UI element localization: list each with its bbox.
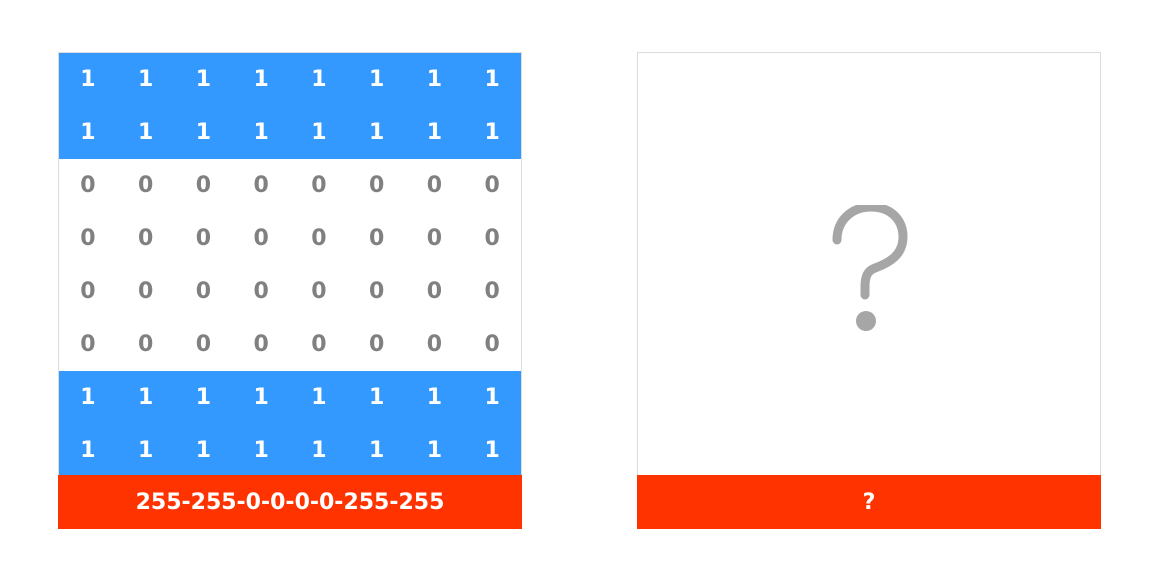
grid-row: 1 1 1 1 1 1 1 1 [59,53,521,106]
grid-cell: 0 [311,226,327,251]
grid-cell: 0 [368,173,385,198]
grid-cell: 1 [311,120,327,145]
grid-cell: 1 [137,438,154,463]
grid-cell: 0 [195,173,212,198]
grid-cell: 1 [426,120,443,145]
grid-cell: 1 [484,67,500,92]
grid-cell: 1 [137,385,154,410]
grid-cell: 0 [195,332,212,357]
grid-cell: 0 [311,279,327,304]
grid-cell: 1 [484,438,500,463]
grid-cell: 1 [80,438,96,463]
grid-cell: 1 [368,385,385,410]
grid-cell: 1 [195,385,212,410]
grid-cell: 0 [80,279,96,304]
unknown-value-text: ? [862,489,876,515]
grid-cell: 1 [368,67,385,92]
grid-cell: 0 [368,279,385,304]
unknown-value-bar: ? [637,475,1101,529]
grid-row: 0 0 0 0 0 0 0 0 [59,212,521,265]
decoded-value-text: 255-255-0-0-0-0-255-255 [135,489,445,515]
grid-cell: 0 [137,332,154,357]
grid-cell: 1 [311,67,327,92]
grid-cell: 0 [137,279,154,304]
grid-cell: 0 [368,332,385,357]
grid-cell: 1 [80,67,96,92]
unknown-panel: ? [637,52,1101,529]
grid-cell: 0 [426,279,443,304]
grid-cell: 1 [137,67,154,92]
grid-cell: 1 [368,120,385,145]
grid-row: 0 0 0 0 0 0 0 0 [59,159,521,212]
grid-cell: 1 [426,67,443,92]
grid-cell: 0 [484,279,500,304]
grid-cell: 0 [484,226,500,251]
grid-cell: 0 [311,173,327,198]
grid-cell: 0 [426,226,443,251]
grid-cell: 0 [80,332,96,357]
grid-cell: 1 [195,438,212,463]
grid-cell: 0 [253,226,269,251]
grid-cell: 0 [195,226,212,251]
grid-cell: 1 [80,385,96,410]
pixel-grid-panel: 1111111111111111000000000000000000000000… [58,52,522,529]
grid-cell: 1 [137,120,154,145]
grid-cell: 1 [253,438,269,463]
grid-cell: 1 [311,438,327,463]
grid-cell: 0 [80,173,96,198]
grid-cell: 0 [484,173,500,198]
unknown-area [638,53,1100,476]
grid-cell: 1 [368,438,385,463]
grid-cell: 0 [426,332,443,357]
grid-cell: 0 [426,173,443,198]
grid-cell: 0 [195,279,212,304]
grid-row: 0 0 0 0 0 0 0 0 [59,318,521,371]
grid-row: 1 1 1 1 1 1 1 1 [59,424,521,477]
grid-cell: 0 [368,226,385,251]
grid-cell: 0 [253,279,269,304]
grid-cell: 0 [253,173,269,198]
pixel-grid: 1111111111111111000000000000000000000000… [59,53,521,477]
grid-cell: 0 [137,173,154,198]
grid-cell: 1 [484,385,500,410]
grid-cell: 0 [253,332,269,357]
grid-cell: 1 [253,120,269,145]
grid-cell: 1 [426,438,443,463]
grid-cell: 0 [137,226,154,251]
question-mark-icon [832,205,908,331]
grid-cell: 1 [426,385,443,410]
grid-cell: 1 [253,385,269,410]
grid-cell: 1 [484,120,500,145]
grid-cell: 1 [195,120,212,145]
grid-cell: 1 [311,385,327,410]
grid-row: 1 1 1 1 1 1 1 1 [59,371,521,424]
grid-row: 1 1 1 1 1 1 1 1 [59,106,521,159]
grid-cell: 1 [195,67,212,92]
decoded-value-bar: 255-255-0-0-0-0-255-255 [58,475,522,529]
grid-cell: 1 [253,67,269,92]
grid-row: 0 0 0 0 0 0 0 0 [59,265,521,318]
grid-cell: 0 [311,332,327,357]
grid-cell: 0 [484,332,500,357]
grid-cell: 0 [80,226,96,251]
grid-cell: 1 [80,120,96,145]
